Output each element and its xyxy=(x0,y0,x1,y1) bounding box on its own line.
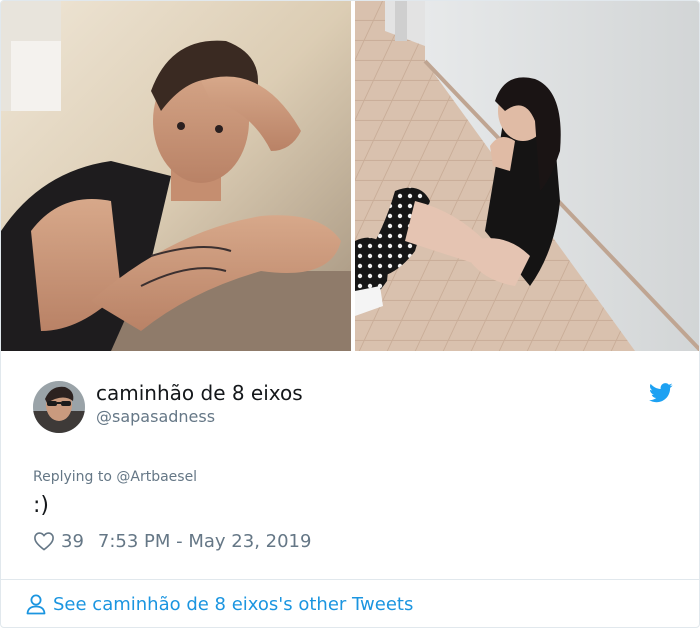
timestamp[interactable]: 7:53 PM - May 23, 2019 xyxy=(98,531,312,552)
tweet-photo-right[interactable] xyxy=(355,1,699,351)
avatar-image xyxy=(33,381,85,433)
see-other-tweets-label: See caminhão de 8 eixos's other Tweets xyxy=(53,593,414,615)
divider xyxy=(1,579,699,580)
tweet-photo-left[interactable] xyxy=(1,1,351,351)
embedded-tweet-card: caminhão de 8 eixos @sapasadness Replyin… xyxy=(0,0,700,628)
see-other-tweets-link[interactable]: See caminhão de 8 eixos's other Tweets xyxy=(25,591,413,617)
tweet-author: caminhão de 8 eixos @sapasadness xyxy=(33,379,673,439)
tweet-media xyxy=(1,1,699,351)
twitter-bird-icon[interactable] xyxy=(649,383,673,403)
tweet-meta: 39 7:53 PM - May 23, 2019 xyxy=(33,529,311,553)
replying-to[interactable]: Replying to @Artbaesel xyxy=(33,469,197,485)
like-count[interactable]: 39 xyxy=(61,531,84,552)
person-outline-icon xyxy=(26,594,46,615)
screen-name[interactable]: @sapasadness xyxy=(96,407,215,426)
photo-left-image xyxy=(1,1,351,351)
photo-right-image xyxy=(355,1,699,351)
avatar[interactable] xyxy=(33,381,85,433)
display-name[interactable]: caminhão de 8 eixos xyxy=(96,381,303,405)
tweet-text: :) xyxy=(33,493,49,518)
heart-outline-icon[interactable] xyxy=(33,531,55,551)
